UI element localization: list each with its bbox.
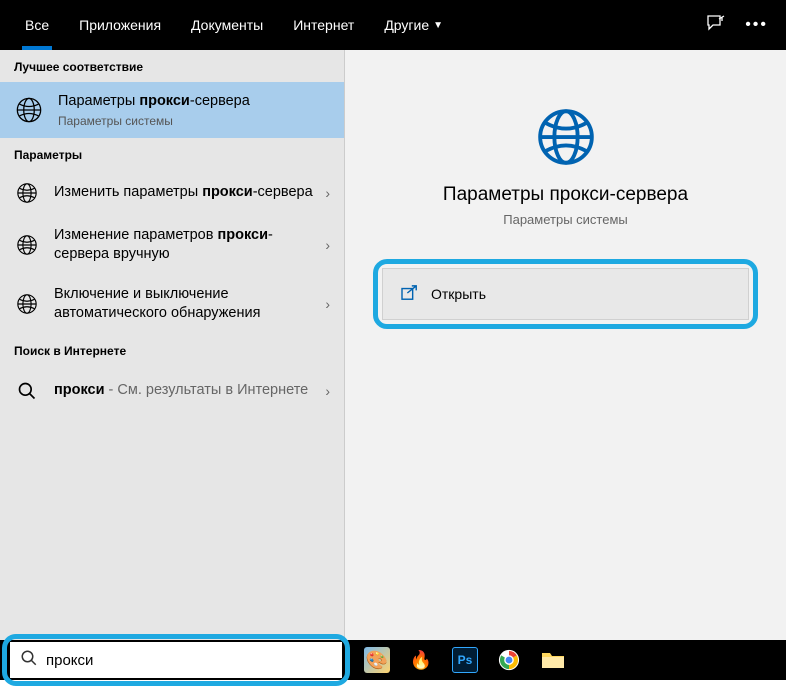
tab-web[interactable]: Интернет xyxy=(278,0,369,50)
chevron-right-icon: › xyxy=(325,237,330,253)
top-bar: Все Приложения Документы Интернет Другие… xyxy=(0,0,786,50)
detail-panel: Параметры прокси-сервера Параметры систе… xyxy=(345,50,786,640)
settings-item-autodiscover[interactable]: Включение и выключение автоматического о… xyxy=(0,275,344,334)
result-title: Изменить параметры прокси-сервера xyxy=(54,183,319,203)
caret-down-icon: ▼ xyxy=(433,20,443,31)
search-tabs: Все Приложения Документы Интернет Другие… xyxy=(10,0,458,50)
taskbar-app-file-explorer[interactable] xyxy=(540,647,566,673)
open-external-icon xyxy=(401,285,419,304)
result-title: прокси - См. результаты в Интернете xyxy=(54,381,319,401)
tab-label: Приложения xyxy=(79,17,161,33)
detail-subtitle: Параметры системы xyxy=(373,212,758,227)
globe-icon xyxy=(14,291,40,317)
web-search-item[interactable]: прокси - См. результаты в Интернете › xyxy=(0,366,344,416)
tab-documents[interactable]: Документы xyxy=(176,0,278,50)
search-icon xyxy=(14,378,40,404)
tab-label: Все xyxy=(25,17,49,33)
content-area: Лучшее соответствие Параметры прокси-сер… xyxy=(0,50,786,640)
open-button[interactable]: Открыть xyxy=(382,268,749,320)
settings-item-change-proxy[interactable]: Изменить параметры прокси-сервера › xyxy=(0,170,344,216)
result-title: Включение и выключение автоматического о… xyxy=(54,285,319,324)
settings-item-manual-proxy[interactable]: Изменение параметров прокси-сервера вруч… xyxy=(0,216,344,275)
top-right-controls: ••• xyxy=(705,13,768,38)
result-subtitle: Параметры системы xyxy=(58,114,330,128)
tab-apps[interactable]: Приложения xyxy=(64,0,176,50)
globe-icon xyxy=(14,180,40,206)
chevron-right-icon: › xyxy=(325,185,330,201)
globe-icon xyxy=(14,95,44,125)
taskbar-pinned-apps: 🎨 🔥 Ps xyxy=(364,640,566,680)
best-match-item[interactable]: Параметры прокси-сервера Параметры систе… xyxy=(0,82,344,138)
chevron-right-icon: › xyxy=(325,383,330,399)
search-box[interactable] xyxy=(10,642,342,678)
tab-label: Другие xyxy=(384,17,429,33)
tab-label: Документы xyxy=(191,17,263,33)
taskbar-app-flame[interactable]: 🔥 xyxy=(408,647,434,673)
result-text: Параметры прокси-сервера Параметры систе… xyxy=(58,92,330,128)
best-match-header: Лучшее соответствие xyxy=(0,50,344,82)
result-text: Изменение параметров прокси-сервера вруч… xyxy=(54,226,319,265)
tab-all[interactable]: Все xyxy=(10,0,64,50)
detail-card: Параметры прокси-сервера Параметры систе… xyxy=(373,106,758,329)
globe-icon-large xyxy=(535,106,597,168)
result-text: прокси - См. результаты в Интернете xyxy=(54,381,319,401)
web-search-header: Поиск в Интернете xyxy=(0,334,344,366)
results-panel: Лучшее соответствие Параметры прокси-сер… xyxy=(0,50,345,640)
settings-header: Параметры xyxy=(0,138,344,170)
feedback-icon[interactable] xyxy=(705,13,725,38)
tab-more[interactable]: Другие ▼ xyxy=(369,0,458,50)
open-button-label: Открыть xyxy=(431,286,486,302)
detail-title: Параметры прокси-сервера xyxy=(373,184,758,206)
search-highlight-frame xyxy=(2,634,350,686)
taskbar-app-photoshop[interactable]: Ps xyxy=(452,647,478,673)
search-input[interactable] xyxy=(46,652,332,669)
search-icon xyxy=(20,649,38,672)
tab-label: Интернет xyxy=(293,17,354,33)
result-text: Изменить параметры прокси-сервера xyxy=(54,183,319,203)
more-options-icon[interactable]: ••• xyxy=(745,16,768,34)
result-title: Параметры прокси-сервера xyxy=(58,92,330,112)
taskbar: 🎨 🔥 Ps xyxy=(0,640,786,680)
taskbar-app-chrome[interactable] xyxy=(496,647,522,673)
chevron-right-icon: › xyxy=(325,296,330,312)
open-highlight-frame: Открыть xyxy=(373,259,758,329)
globe-icon xyxy=(14,232,40,258)
result-text: Включение и выключение автоматического о… xyxy=(54,285,319,324)
result-title: Изменение параметров прокси-сервера вруч… xyxy=(54,226,319,265)
taskbar-app-paint[interactable]: 🎨 xyxy=(364,647,390,673)
